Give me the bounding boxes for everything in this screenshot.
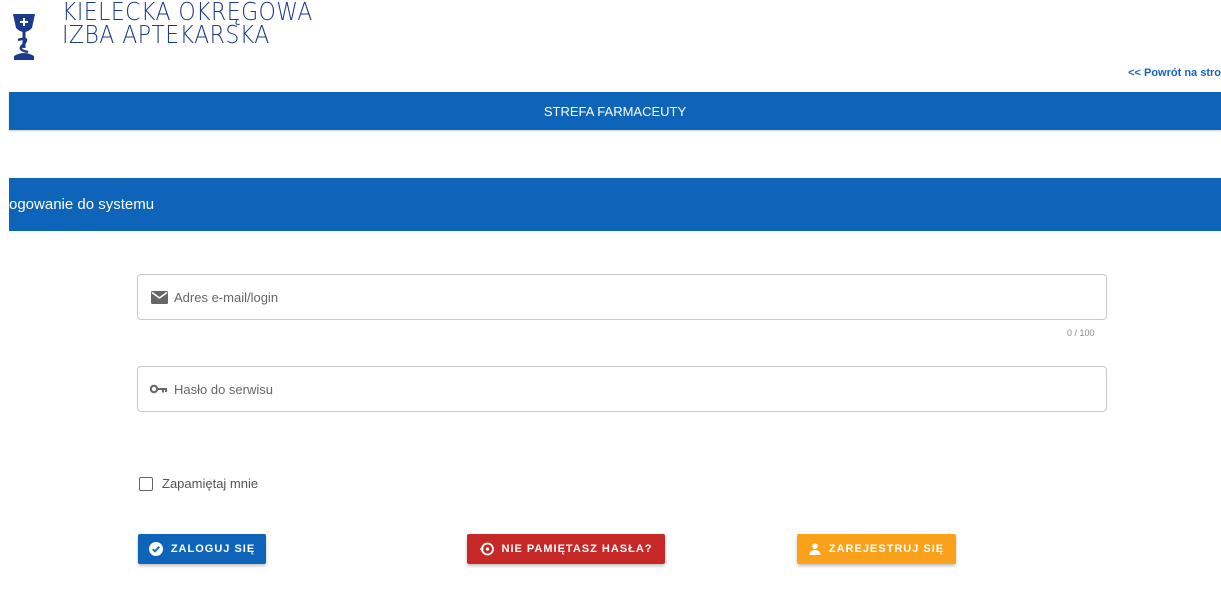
forgot-password-label: NIE PAMIĘTASZ HASŁA? [501, 543, 653, 555]
envelope-icon [150, 290, 168, 304]
email-input[interactable] [172, 274, 1106, 320]
top-bar-title: STREFA FARMACEUTY [543, 103, 687, 119]
check-circle-icon [148, 542, 163, 556]
section-header: ogowanie do systemu [9, 178, 1221, 231]
key-icon [150, 382, 168, 396]
remember-me-label: Zapamiętaj mnie [162, 476, 259, 491]
back-to-homepage-link[interactable]: << Powrót na stro [1128, 67, 1221, 79]
forgot-password-button[interactable]: NIE PAMIĘTASZ HASŁA? [467, 534, 665, 564]
logo[interactable]: KIELECKA OKRĘGOWA IZBA APTEKARSKA [8, 0, 312, 66]
reset-icon [479, 542, 494, 556]
register-button-label: ZAREJESTRUJ SIĘ [828, 543, 945, 555]
section-title: ogowanie do systemu [9, 196, 155, 213]
top-bar: STREFA FARMACEUTY [9, 92, 1221, 130]
person-icon [809, 543, 821, 555]
email-char-counter: 0 / 100 [1067, 328, 1095, 338]
logo-text: KIELECKA OKRĘGOWA IZBA APTEKARSKA [62, 0, 313, 49]
login-button-label: ZALOGUJ SIĘ [170, 543, 256, 555]
chalice-snake-icon [13, 14, 35, 60]
logo-line-2: IZBA APTEKARSKA [62, 20, 270, 49]
remember-me-checkbox[interactable]: Zapamiętaj mnie [139, 476, 258, 491]
register-button[interactable]: ZAREJESTRUJ SIĘ [797, 534, 956, 564]
checkbox-box[interactable] [139, 476, 153, 491]
email-field[interactable] [137, 274, 1107, 320]
password-field[interactable] [137, 366, 1107, 412]
login-button[interactable]: ZALOGUJ SIĘ [138, 534, 266, 564]
password-input[interactable] [172, 366, 1106, 412]
